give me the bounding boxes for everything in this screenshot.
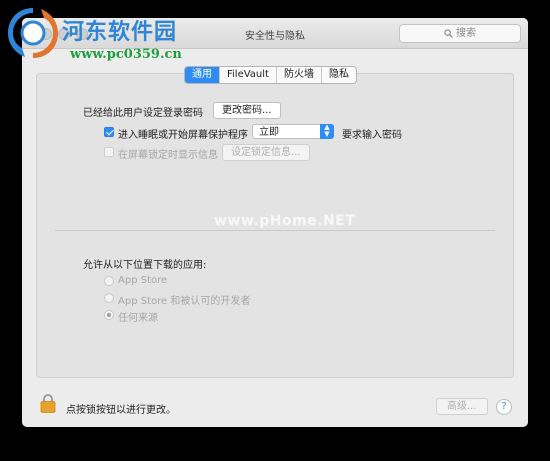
tab-general[interactable]: 通用 xyxy=(185,67,220,83)
chevron-updown-icon: ▲ ▼ xyxy=(320,124,334,139)
set-lock-message-button[interactable]: 设定锁定信息... xyxy=(222,144,310,161)
radio-app-store[interactable] xyxy=(104,276,114,286)
radio-app-store-label: App Store xyxy=(118,275,168,286)
sleep-checkbox-label: 进入睡眠或开始屏幕保护程序 xyxy=(118,130,248,141)
watermark-site-name: 河东软件园 xyxy=(62,20,178,45)
lock-message-checkbox[interactable] xyxy=(104,147,114,157)
watermark-logo-icon xyxy=(4,4,62,65)
password-set-text: 已经给此用户设定登录密码 xyxy=(83,108,203,119)
password-delay-select[interactable]: 立即 ▲ ▼ xyxy=(252,124,334,139)
lock-hint-text: 点按锁按钮以进行更改。 xyxy=(66,405,176,416)
tab-bar: 通用 FileVault 防火墙 隐私 xyxy=(184,66,357,84)
radio-anywhere-label: 任何来源 xyxy=(118,313,158,324)
sleep-password-checkbox[interactable] xyxy=(104,127,114,137)
watermark-center-text: www.pHome.NET xyxy=(214,213,356,229)
password-delay-value: 立即 xyxy=(259,127,279,138)
watermark-site-url: www.pc0359.cn xyxy=(70,47,182,62)
require-password-text: 要求输入密码 xyxy=(342,130,402,141)
search-field[interactable]: 搜索 xyxy=(399,24,521,43)
search-icon xyxy=(444,29,453,38)
tab-firewall[interactable]: 防火墙 xyxy=(277,67,322,83)
tab-privacy[interactable]: 隐私 xyxy=(322,67,356,83)
search-placeholder: 搜索 xyxy=(456,28,476,39)
radio-anywhere[interactable] xyxy=(104,310,114,320)
lock-button[interactable] xyxy=(40,393,56,416)
radio-app-store-identified-label: App Store 和被认可的开发者 xyxy=(118,296,251,307)
advanced-button[interactable]: 高级... xyxy=(436,398,488,415)
download-source-heading: 允许从以下位置下载的应用: xyxy=(83,260,207,271)
lock-icon xyxy=(40,394,56,413)
help-button[interactable]: ? xyxy=(496,399,512,415)
tab-filevault[interactable]: FileVault xyxy=(220,67,277,83)
change-password-button[interactable]: 更改密码... xyxy=(213,102,281,119)
lock-message-label: 在屏幕锁定时显示信息 xyxy=(118,150,218,161)
radio-app-store-identified[interactable] xyxy=(104,293,114,303)
section-divider xyxy=(55,230,495,231)
